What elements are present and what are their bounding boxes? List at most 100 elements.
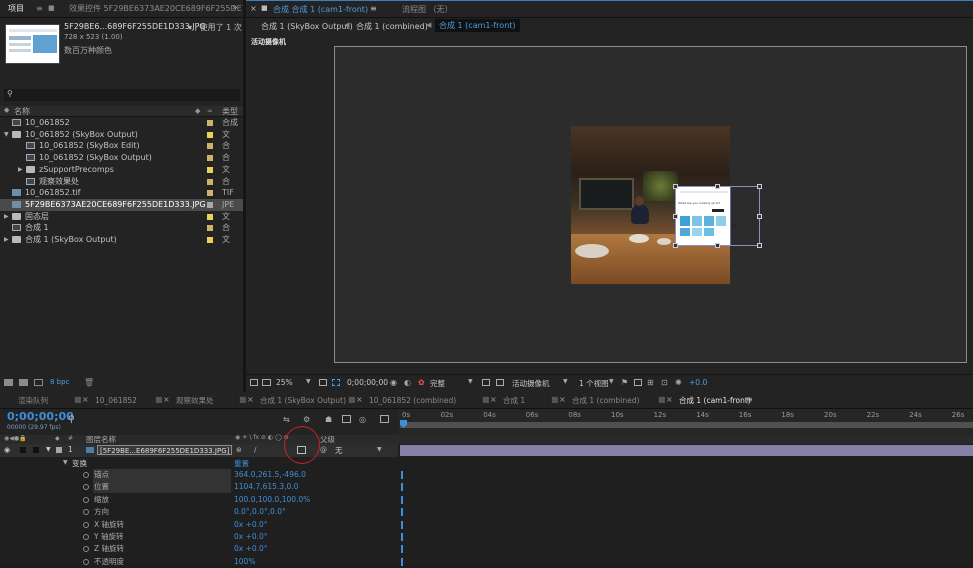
lock-icon[interactable]: ■ <box>48 4 55 12</box>
project-item[interactable]: 10_061852 合成 <box>0 117 243 129</box>
stopwatch-icon[interactable] <box>83 509 89 516</box>
chevron-down-icon[interactable]: ▼ <box>563 378 568 385</box>
bpc-value[interactable]: 8 bpc <box>50 378 69 386</box>
menu-icon[interactable]: ≡ <box>36 4 43 13</box>
new-folder-icon[interactable] <box>19 379 28 386</box>
stopwatch-icon[interactable] <box>83 484 89 491</box>
menu-icon[interactable]: ≡ <box>746 395 753 404</box>
resolution-icon[interactable] <box>319 379 327 386</box>
stopwatch-icon[interactable] <box>83 534 89 540</box>
label-color-swatch[interactable] <box>207 131 213 138</box>
close-icon[interactable]: × <box>559 395 566 404</box>
solo-box[interactable] <box>20 447 26 453</box>
shy-icon[interactable]: ☗ <box>325 415 332 424</box>
new-composition-icon[interactable] <box>34 379 43 386</box>
layer-duration-bar[interactable] <box>400 445 973 456</box>
project-item[interactable]: 合成 1 合 <box>0 222 243 234</box>
menu-icon[interactable]: ≡ <box>370 4 377 13</box>
transform-property[interactable]: 锚点 364.0,261.5,-496.0 <box>0 469 398 481</box>
timeline-tab[interactable]: 合成 1 (combined) <box>572 392 639 409</box>
views-select[interactable]: 1 个视图 <box>579 378 609 389</box>
project-item[interactable]: ▶ 合成 1 (SkyBox Output) 文 <box>0 234 243 246</box>
graph-editor-icon[interactable] <box>380 415 389 423</box>
search-input[interactable]: ⚲ <box>4 89 240 101</box>
transform-property[interactable]: 位置 1104.7,615.3,0.0 <box>0 481 398 494</box>
chevron-down-icon[interactable]: ▼ <box>377 446 382 453</box>
stopwatch-icon[interactable] <box>83 472 89 478</box>
grid-icon[interactable] <box>482 379 490 386</box>
work-area-bar[interactable] <box>400 422 973 428</box>
chevron-down-icon[interactable]: ▼ <box>306 378 311 385</box>
parent-pick-whip-icon[interactable]: @ <box>320 446 327 454</box>
quality-switch-icon[interactable]: / <box>254 446 256 454</box>
timeline-search-icon[interactable]: ⚲ <box>68 415 75 425</box>
stopwatch-icon[interactable] <box>83 558 89 565</box>
close-icon[interactable]: × <box>490 395 497 404</box>
label-color-swatch[interactable] <box>207 237 213 243</box>
parent-select[interactable]: 无 <box>335 445 343 456</box>
label-color-swatch[interactable] <box>207 120 213 126</box>
project-item[interactable]: 10_061852 (SkyBox Output) 合 <box>0 152 243 164</box>
timeline-tab[interactable]: 10_061852 (combined) <box>369 392 456 409</box>
draft-3d-icon[interactable]: ⚙ <box>303 415 310 424</box>
property-value[interactable]: 0x +0.0° <box>234 519 268 531</box>
timeline-tab[interactable]: 合成 1 (cam1-front) <box>679 392 751 409</box>
camera-select[interactable]: 活动摄像机 <box>512 378 550 389</box>
label-color-swatch[interactable] <box>207 190 213 197</box>
label-color-swatch[interactable] <box>207 143 213 150</box>
project-item[interactable]: 5F29BE6373AE20CE689F6F255DE1D333.JPG JPE <box>0 198 243 211</box>
3d-view-icon[interactable]: ⊡ <box>661 378 668 387</box>
transform-property[interactable]: 缩放 100.0,100.0,100.0% <box>0 494 398 506</box>
close-icon[interactable]: × <box>250 4 257 13</box>
reset-link[interactable]: 重置 <box>234 458 249 469</box>
project-item[interactable]: ▶ 固态层 文 <box>0 211 243 223</box>
chevron-down-icon[interactable]: ▼ <box>468 378 473 385</box>
transform-property[interactable]: 方向 0.0°,0.0°,0.0° <box>0 506 398 518</box>
interpret-footage-icon[interactable] <box>4 379 13 386</box>
lock-box[interactable] <box>33 447 39 453</box>
stopwatch-icon[interactable] <box>83 521 89 528</box>
timeline-tab[interactable]: 渲染队列 <box>18 392 48 409</box>
transform-group[interactable]: ▼ 变换 重置 <box>0 457 398 469</box>
label-color-swatch[interactable] <box>207 166 213 173</box>
chevron-down-icon[interactable]: ▼ <box>609 378 614 385</box>
reset-exposure-icon[interactable]: ✺ <box>675 378 682 387</box>
close-icon[interactable]: × <box>163 395 170 404</box>
keyframe-marker[interactable] <box>401 508 403 517</box>
monitor-icon[interactable] <box>262 379 271 386</box>
label-color-swatch[interactable] <box>56 447 62 453</box>
tab-comp-cam1[interactable]: 合成 合成 1 (cam1-front) <box>273 1 368 19</box>
property-value[interactable]: 1104.7,615.3,0.0 <box>234 481 298 493</box>
shy-switch-icon[interactable]: ⊛ <box>236 446 242 454</box>
expand-arrow-icon[interactable]: ▼ <box>63 459 68 466</box>
keyframe-marker[interactable] <box>401 483 403 492</box>
quality-select[interactable]: 完整 <box>430 378 445 389</box>
timecode-display[interactable]: 0;00;00;00 <box>347 378 388 387</box>
expand-arrow-icon[interactable]: ▶ <box>4 211 9 223</box>
timeline-ruler[interactable]: 0s 02s 04s 06s 08s 10s 12s 14s 16s 18s 20s 22s 24s 26… <box>398 409 973 435</box>
transparency-grid-icon[interactable] <box>496 379 504 386</box>
color-channel-icon[interactable]: ✿ <box>418 378 425 387</box>
breadcrumb-item-skybox-output[interactable]: 合成 1 (SkyBox Output) <box>261 21 353 32</box>
project-item[interactable]: ▶ zSupportPrecomps 文 <box>0 164 243 176</box>
transform-property[interactable]: X 轴旋转 0x +0.0° <box>0 519 398 531</box>
flowchart-icon[interactable]: ⊞ <box>647 378 654 387</box>
close-icon[interactable]: × <box>666 395 673 404</box>
label-color-swatch[interactable] <box>207 155 213 162</box>
property-value[interactable]: 0.0°,0.0°,0.0° <box>234 506 286 518</box>
timeline-tab[interactable]: 合成 1 <box>503 392 525 409</box>
eye-icon[interactable]: ◉ <box>4 446 10 454</box>
keyframe-marker[interactable] <box>401 520 403 529</box>
layer-name-field[interactable]: [5F29BE...E689F6F255DE1D333.JPG] <box>97 445 233 455</box>
expand-arrow-icon[interactable]: ▼ <box>46 446 51 453</box>
keyframe-marker[interactable] <box>401 495 403 504</box>
transform-property[interactable]: Z 轴旋转 0x +0.0° <box>0 543 398 555</box>
col-name[interactable]: 名称 <box>14 106 30 117</box>
region-icon[interactable] <box>332 379 340 386</box>
breadcrumb-item-cam1-front[interactable]: 合成 1 (cam1-front) <box>435 19 520 32</box>
timeline-tab[interactable]: 10_061852 <box>95 392 137 409</box>
webpage-layer[interactable]: What are you looking up to? <box>675 186 731 246</box>
comp-flowchart-icon[interactable]: ⇆ <box>283 415 290 424</box>
trash-icon[interactable]: 🗑 <box>84 378 94 387</box>
stopwatch-icon[interactable] <box>83 546 89 553</box>
